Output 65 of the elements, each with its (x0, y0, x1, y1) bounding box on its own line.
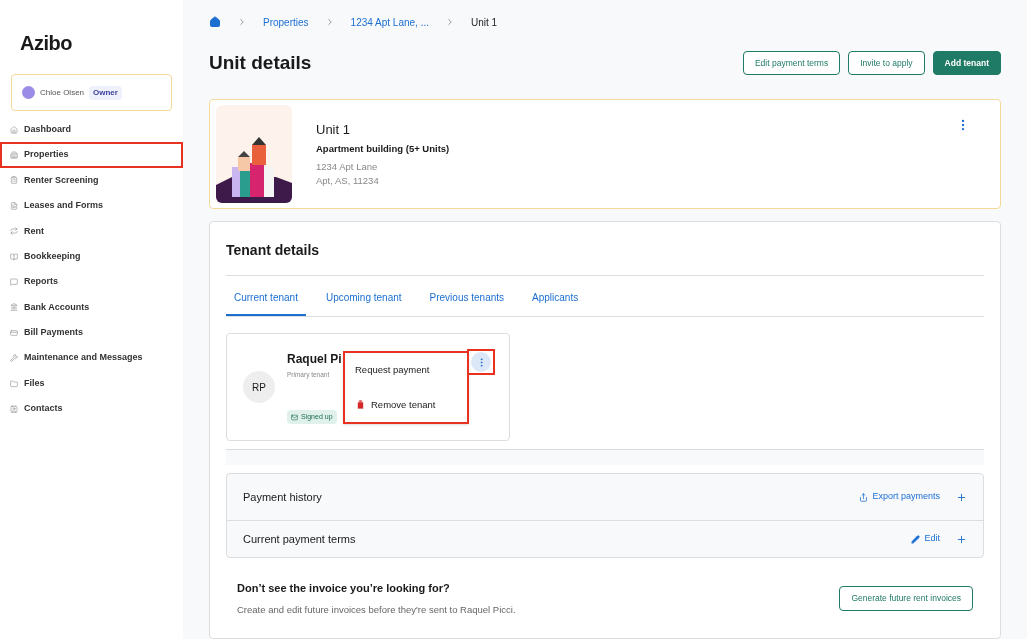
nav-icon (10, 125, 18, 134)
user-card[interactable]: Chloe Olsen Owner (11, 74, 172, 111)
action-button[interactable]: Invite to apply (848, 51, 925, 75)
avatar: RP (243, 371, 275, 403)
invoice-title: Don’t see the invoice you’re looking for? (237, 581, 451, 596)
sidebar-item[interactable]: Contacts (0, 396, 183, 422)
sidebar-item[interactable]: Leases and Forms (0, 193, 183, 219)
accordion-row[interactable]: Payment history Export payments (227, 474, 983, 520)
sidebar-item[interactable]: Bank Accounts (0, 294, 183, 321)
sidebar-item[interactable]: Rent (0, 218, 183, 244)
menu-item[interactable]: Remove tenant (355, 397, 457, 412)
export-icon (859, 492, 869, 502)
expand-icon[interactable] (956, 533, 967, 545)
menu-item[interactable]: Request payment (355, 363, 457, 378)
action-button[interactable]: Add tenant (932, 51, 1001, 75)
sidebar-item[interactable]: Renter Screening (0, 167, 183, 194)
sidebar-item[interactable]: Maintenance and Messages (0, 345, 183, 371)
address-line: 1234 Apt Lane (316, 159, 379, 174)
row-action[interactable]: Export payments (859, 490, 940, 504)
chevron-icon (445, 17, 455, 27)
home-icon[interactable] (209, 16, 221, 28)
nav-icon (10, 405, 18, 413)
sidebar-item[interactable]: Properties (0, 142, 183, 168)
row-action[interactable]: Edit (911, 532, 940, 546)
tab[interactable]: Previous tenants (421, 281, 513, 316)
logo: Azibo (20, 31, 72, 56)
sidebar-item[interactable]: Bookkeeping (0, 243, 183, 270)
nav-icon (10, 278, 18, 287)
nav-icon (10, 227, 18, 236)
tab[interactable]: Current tenant (226, 281, 306, 316)
sidebar-item[interactable]: Dashboard (0, 117, 183, 143)
accordion-row[interactable]: Current payment terms Edit (227, 520, 983, 557)
edit-icon (911, 534, 921, 544)
user-name: Chloe Olsen (40, 86, 85, 99)
trash-icon (355, 399, 366, 411)
invoice-text: Create and edit future invoices before they're sent to Raquel Picci. (237, 602, 516, 617)
nav-icon (10, 354, 18, 363)
nav-icon (10, 201, 18, 210)
page-title: Unit details (209, 50, 312, 75)
row-title: Current payment terms (243, 531, 357, 547)
expand-icon[interactable] (956, 491, 967, 503)
unit-type: Apartment building (5+ Units) (316, 142, 451, 157)
nav-icon (10, 151, 18, 160)
nav-icon (10, 176, 18, 185)
sidebar-item[interactable]: Reports (0, 269, 183, 295)
breadcrumb-link[interactable]: Properties (263, 14, 309, 30)
nav-icon (10, 303, 18, 312)
nav-icon (10, 379, 18, 388)
sidebar-item[interactable]: Bill Payments (0, 320, 183, 346)
address-line: Apt, AS, 11234 (316, 173, 380, 188)
unit-name: Unit 1 (316, 120, 351, 139)
sidebar-item[interactable]: Files (0, 370, 183, 397)
tab[interactable]: Upcoming tenant (317, 281, 410, 316)
breadcrumb-link[interactable]: 1234 Apt Lane, ... (350, 14, 429, 30)
nav-icon (10, 252, 18, 261)
chevron-icon (237, 17, 247, 27)
generate-button[interactable]: Generate future rent invoices (839, 585, 973, 611)
tab[interactable]: Applicants (524, 281, 587, 316)
section-title: Tenant details (226, 240, 984, 276)
row-title: Payment history (243, 489, 323, 505)
role-badge: Owner (89, 85, 122, 100)
avatar (22, 86, 35, 99)
action-button[interactable]: Edit payment terms (742, 51, 841, 75)
nav-icon (10, 328, 18, 337)
tenant-name: Raquel Pi (287, 351, 342, 368)
